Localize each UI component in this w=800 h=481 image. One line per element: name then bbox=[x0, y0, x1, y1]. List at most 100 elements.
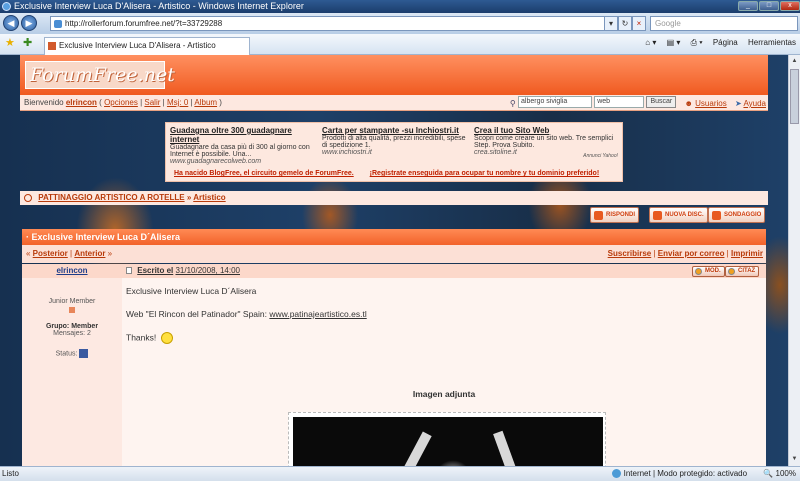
search-button[interactable]: Buscar bbox=[646, 96, 677, 108]
attachment-label: Imagen adjunta bbox=[412, 389, 476, 399]
ad-title[interactable]: Guadagna oltre 300 guadagnare internet bbox=[170, 126, 318, 144]
command-bar: ⌂ ▾ ▤ ▾ ⎙ ▾ Página Herramientas bbox=[637, 38, 796, 48]
help-icon: ➤ bbox=[734, 99, 742, 108]
blogfree-link[interactable]: Ha nacido BlogFree, el circuito gemelo d… bbox=[174, 170, 354, 177]
reply-icon bbox=[594, 211, 603, 220]
zoom-level[interactable]: 100% bbox=[776, 469, 796, 478]
ad-title[interactable]: Crea il tuo Sito Web bbox=[474, 126, 622, 135]
ad-text: Guadagnare da casa più di 300 al giorno … bbox=[170, 144, 310, 158]
url-input[interactable]: http://rollerforum.forumfree.net/?t=3372… bbox=[50, 16, 616, 31]
page-viewport: ForumFree.net Bienvenido elrincon ( Opci… bbox=[0, 55, 788, 466]
offline-status-icon bbox=[79, 349, 89, 358]
author-name[interactable]: elrincon bbox=[22, 264, 122, 278]
maximize-button[interactable]: □ bbox=[759, 1, 779, 11]
new-topic-icon bbox=[653, 211, 662, 220]
reply-button[interactable]: RISPONDI bbox=[590, 207, 640, 223]
album-link[interactable]: Album bbox=[194, 98, 217, 107]
page-menu[interactable]: Página bbox=[713, 38, 738, 47]
forum-search: ⚲ albergo siviglia web Buscar ☻ Usuarios… bbox=[510, 96, 766, 110]
print-link[interactable]: Imprimir bbox=[731, 249, 763, 258]
users-link[interactable]: Usuarios bbox=[695, 99, 727, 108]
mod-button[interactable]: MOD. bbox=[692, 266, 725, 277]
ad-item[interactable]: Guadagna oltre 300 guadagnare internet G… bbox=[170, 126, 318, 165]
email-link[interactable]: Enviar por correo bbox=[658, 249, 725, 258]
topic-title-bar: · Exclusive Interview Luca D´Alisera bbox=[22, 229, 766, 245]
ad-item[interactable]: Carta per stampante -su Inchiostri.it Pr… bbox=[322, 126, 470, 156]
topic-options: Suscribirse | Enviar por correo | Imprim… bbox=[607, 249, 763, 258]
forum-banner: ForumFree.net bbox=[20, 55, 768, 95]
scroll-down-icon[interactable]: ▼ bbox=[790, 454, 799, 465]
window-titlebar: Exclusive Interview Luca D'Alisera - Art… bbox=[0, 0, 800, 13]
vertical-scrollbar[interactable]: ▲ ▼ bbox=[788, 55, 800, 466]
forward-icon[interactable]: ▶ bbox=[21, 15, 37, 31]
favorites-bar: ★ ✚ Exclusive Interview Luca D'Alisera -… bbox=[0, 34, 800, 55]
prev-topic-link[interactable]: Posterior bbox=[33, 249, 68, 258]
scroll-thumb[interactable] bbox=[790, 69, 799, 124]
ad-text: Scopri come creare un sito web. Tre semp… bbox=[474, 135, 614, 149]
feeds-icon[interactable]: ▤ ▾ bbox=[667, 38, 681, 47]
status-right: Internet | Modo protegido: activado 🔍 10… bbox=[611, 467, 796, 481]
website-link[interactable]: www.patinajeartistico.es.tl bbox=[269, 309, 366, 319]
address-dropdown-icon[interactable]: ▾ bbox=[604, 16, 618, 31]
address-bar: ◀ ▶ http://rollerforum.forumfree.net/?t=… bbox=[0, 13, 800, 34]
ad-text: Prodotti di alta qualità, prezzi incredi… bbox=[322, 135, 466, 149]
tab-current[interactable]: Exclusive Interview Luca D'Alisera - Art… bbox=[44, 37, 250, 55]
ad-footer: Ha nacido BlogFree, el circuito gemelo d… bbox=[174, 170, 613, 177]
options-link[interactable]: Opciones bbox=[104, 98, 138, 107]
post-line-title: Exclusive Interview Luca D´Alisera bbox=[126, 286, 257, 296]
author-status: Status: bbox=[22, 349, 122, 358]
refresh-icon[interactable]: ↻ bbox=[618, 16, 632, 31]
forum-search-input[interactable]: albergo siviglia bbox=[518, 96, 592, 108]
minimize-button[interactable]: _ bbox=[738, 1, 758, 11]
window-title: Exclusive Interview Luca D'Alisera - Art… bbox=[14, 1, 304, 11]
breadcrumb-forum[interactable]: Artistico bbox=[193, 193, 225, 202]
zoom-icon[interactable]: 🔍 bbox=[763, 469, 773, 478]
scroll-up-icon[interactable]: ▲ bbox=[790, 56, 799, 67]
subscribe-link[interactable]: Suscribirse bbox=[608, 249, 652, 258]
breadcrumb-icon bbox=[24, 193, 32, 202]
username-link[interactable]: elrincon bbox=[66, 98, 97, 107]
topic-title: Exclusive Interview Luca D´Alisera bbox=[31, 232, 181, 242]
rank-pip-icon bbox=[69, 307, 75, 313]
home-icon[interactable]: ⌂ ▾ bbox=[645, 38, 656, 47]
new-topic-button[interactable]: NUOVA DISC. bbox=[649, 207, 708, 223]
ie-icon bbox=[2, 2, 11, 11]
messages-link[interactable]: Msj: 0 bbox=[167, 98, 188, 107]
magnifier-icon: ⚲ bbox=[509, 99, 516, 108]
print-icon[interactable]: ⎙ ▾ bbox=[691, 38, 703, 47]
back-icon[interactable]: ◀ bbox=[3, 15, 19, 31]
smiley-icon bbox=[160, 332, 173, 344]
help-link[interactable]: Ayuda bbox=[743, 99, 766, 108]
poll-icon bbox=[712, 211, 721, 220]
author-messages: Mensajes: 2 bbox=[53, 330, 91, 337]
post-date: 31/10/2008, 14:00 bbox=[175, 266, 240, 275]
close-button[interactable]: x bbox=[780, 1, 800, 11]
status-text: Listo bbox=[2, 469, 19, 478]
post-body: Exclusive Interview Luca D´Alisera Web "… bbox=[126, 286, 762, 466]
quote-button[interactable]: CITAZ bbox=[725, 266, 760, 277]
register-link[interactable]: ¡Registrate enseguida para ocupar tu nom… bbox=[370, 170, 599, 177]
post: elrincon Junior Member Grupo: Member Men… bbox=[22, 264, 766, 466]
search-scope-select[interactable]: web bbox=[594, 96, 645, 108]
author-rank: Junior Member bbox=[48, 298, 96, 305]
author-column: elrincon Junior Member Grupo: Member Men… bbox=[22, 264, 122, 466]
add-favorite-icon[interactable]: ✚ bbox=[23, 36, 32, 49]
stop-icon[interactable]: × bbox=[632, 16, 646, 31]
written-label: Escrito el bbox=[137, 266, 174, 275]
quote-icon bbox=[728, 268, 735, 275]
ad-url: www.guadagnarecolweb.com bbox=[170, 158, 262, 165]
search-input[interactable]: Google bbox=[650, 16, 798, 31]
ad-title[interactable]: Carta per stampante -su Inchiostri.it bbox=[322, 126, 470, 135]
favorites-star-icon[interactable]: ★ bbox=[5, 36, 15, 49]
ad-item[interactable]: Crea il tuo Sito Web Scopri come creare … bbox=[474, 126, 622, 156]
post-line-web: Web "El Rincon del Patinador" Spain: www… bbox=[126, 309, 367, 319]
forumfree-logo[interactable]: ForumFree.net bbox=[25, 61, 175, 89]
logout-link[interactable]: Salir bbox=[144, 98, 160, 107]
breadcrumb-section[interactable]: PATTINAGGIO ARTISTICO A ROTELLE bbox=[38, 193, 184, 202]
welcome-text: Bienvenido bbox=[24, 98, 64, 107]
tools-menu[interactable]: Herramientas bbox=[748, 38, 796, 47]
next-topic-link[interactable]: Anterior bbox=[74, 249, 105, 258]
attachment-image[interactable] bbox=[288, 412, 606, 466]
post-navigation: « Posterior | Anterior » Suscribirse | E… bbox=[22, 245, 766, 263]
poll-button[interactable]: SONDAGGIO bbox=[708, 207, 766, 223]
